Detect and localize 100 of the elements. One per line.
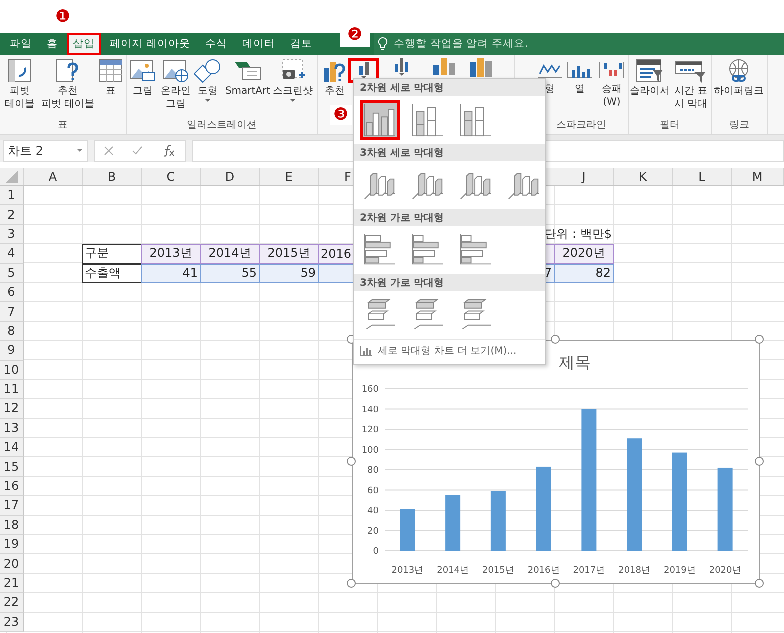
ribbon-tab[interactable]: 홈	[41, 33, 64, 55]
unit-note: 단위 : 백만$	[544, 226, 612, 243]
row-header[interactable]: 3	[0, 224, 24, 244]
ribbon-tab[interactable]: 파일	[4, 33, 38, 55]
axis-label: 160	[362, 385, 379, 395]
row-header[interactable]: 7	[0, 302, 24, 322]
group-label: 일러스트레이션	[186, 119, 258, 133]
column-header[interactable]: L	[673, 168, 732, 185]
row-header[interactable]: 2	[0, 205, 24, 225]
resize-handle[interactable]	[755, 335, 764, 344]
ribbon-button[interactable]: 추천 피벗 테이블	[40, 58, 96, 111]
slicer-icon	[635, 58, 665, 84]
menu-section-title: 2차원 가로 막대형	[354, 209, 545, 226]
axis-label: 2015년	[482, 566, 514, 576]
chart-type-option[interactable]	[360, 100, 400, 140]
column-header[interactable]: J	[555, 168, 614, 185]
search-input[interactable]: 수행할 작업을 알려 주세요.	[392, 37, 784, 51]
menu-section-title: 2차원 세로 막대형	[354, 79, 545, 96]
row-header[interactable]: 4	[0, 244, 24, 264]
resize-handle[interactable]	[755, 579, 764, 588]
column-header[interactable]: E	[260, 168, 319, 185]
ribbon-button[interactable]: 표	[96, 58, 126, 98]
row-header[interactable]: 11	[0, 380, 24, 400]
check-icon[interactable]	[132, 146, 144, 156]
search-field[interactable]: 수행할 작업을 알려 주세요.	[374, 33, 784, 55]
row-header[interactable]: 14	[0, 438, 24, 458]
ribbon-button[interactable]: 온라인 그림	[159, 58, 193, 111]
table-icon	[98, 58, 124, 84]
ribbon-button[interactable]: 스크린샷	[273, 58, 313, 103]
row-header[interactable]: 5	[0, 264, 24, 283]
column-header[interactable]: B	[83, 168, 142, 185]
row-header[interactable]: 12	[0, 399, 24, 419]
row-header[interactable]: 10	[0, 360, 24, 380]
axis-label: 2019년	[664, 566, 696, 576]
table-cell: 2020년	[554, 244, 614, 264]
row-header[interactable]: 16	[0, 476, 24, 496]
row-header[interactable]: 21	[0, 574, 24, 594]
group-label: 링크	[728, 119, 750, 133]
chart-title: 제목	[559, 353, 591, 372]
ribbon-button[interactable]: 슬라이서	[629, 58, 671, 98]
axis-label: 80	[368, 466, 379, 476]
function-icon[interactable]	[162, 145, 176, 157]
column-chart-icon	[459, 101, 493, 139]
table-cell: 59	[259, 264, 319, 283]
ribbon-tab[interactable]: 검토	[284, 33, 318, 55]
ribbon-button[interactable]: 도형	[193, 58, 223, 103]
column-header[interactable]: A	[24, 168, 83, 185]
resize-handle[interactable]	[755, 457, 764, 466]
column-header[interactable]: K	[614, 168, 673, 185]
ribbon-button[interactable]: 하이퍼링크	[712, 58, 766, 98]
ribbon-button[interactable]: SmartArt	[223, 58, 273, 98]
ribbon-button[interactable]: 시간 표 시 막대	[671, 58, 711, 111]
row-header[interactable]: 23	[0, 612, 24, 632]
axis-label: 40	[368, 506, 379, 516]
table-cell: 41	[141, 264, 201, 283]
row-header[interactable]: 18	[0, 516, 24, 536]
resize-handle[interactable]	[347, 579, 356, 588]
column-header[interactable]: C	[142, 168, 201, 185]
bar	[400, 510, 416, 551]
row-header[interactable]: 1	[0, 186, 24, 206]
ribbon-tab[interactable]: 수식	[199, 33, 234, 55]
row-header[interactable]: 19	[0, 535, 24, 554]
column-header[interactable]: M	[732, 168, 784, 185]
ribbon-button[interactable]: 승패 (W)	[595, 58, 629, 109]
row-header[interactable]: 9	[0, 341, 24, 361]
axis-label: 2013년	[392, 566, 424, 576]
row-header[interactable]: 13	[0, 418, 24, 438]
axis-label: 2018년	[618, 566, 651, 576]
resize-handle[interactable]	[551, 335, 560, 344]
lightbulb-icon	[378, 37, 388, 51]
axis-label: 60	[368, 486, 379, 496]
axis-label: 2017년	[573, 566, 606, 576]
resize-handle[interactable]	[551, 579, 560, 588]
more-charts-item[interactable]: 세로 막대형 차트 더 보기(M)...	[354, 339, 545, 362]
ribbon-button[interactable]: 그림	[127, 58, 159, 98]
row-header[interactable]: 22	[0, 593, 24, 613]
ribbon-tab[interactable]: 페이지 레이아웃	[104, 33, 196, 55]
ribbon-button[interactable]: 열	[565, 58, 595, 96]
axis-label: 140	[362, 405, 379, 416]
ribbon-tab[interactable]: 데이터	[236, 33, 282, 55]
axis-label: 2016년	[528, 566, 560, 576]
ribbon-tab[interactable]: 삽입	[67, 33, 101, 55]
row-header[interactable]: 17	[0, 496, 24, 516]
row-header[interactable]: 6	[0, 282, 24, 302]
ribbon-button[interactable]: 피벗 테이블	[0, 58, 40, 111]
cancel-icon[interactable]	[104, 146, 114, 156]
row-header[interactable]: 15	[0, 457, 24, 477]
column-header[interactable]: D	[201, 168, 260, 185]
table-cell: 2013년	[141, 244, 201, 264]
caret-icon	[77, 149, 83, 153]
table-cell: 2015년	[259, 244, 319, 264]
table-cell: 55	[200, 264, 260, 283]
row-header[interactable]: 8	[0, 322, 24, 342]
name-box[interactable]: 차트 2	[3, 140, 88, 162]
picture-icon	[129, 58, 157, 84]
ribbon-button[interactable]: 추천	[322, 58, 348, 98]
axis-label: 120	[362, 426, 379, 436]
axis-label: 2014년	[437, 566, 470, 576]
resize-handle[interactable]	[347, 457, 356, 466]
row-header[interactable]: 20	[0, 554, 24, 574]
